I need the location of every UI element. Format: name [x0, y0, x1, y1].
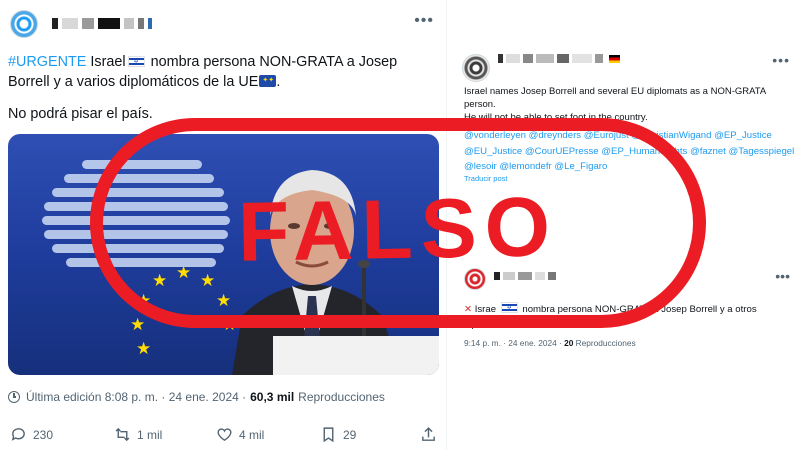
views-count: 20	[564, 338, 574, 348]
post-meta: Última edición 8:08 p. m. · 24 ene. 2024…	[8, 390, 385, 404]
share-icon	[422, 427, 435, 441]
bookmark-button[interactable]: 29	[320, 426, 356, 443]
lectern	[273, 336, 439, 375]
quoted-post-meta: 9:14 p. m. · 24 ene. 2024 · 20 Reproducc…	[464, 338, 636, 348]
germany-flag-icon	[609, 54, 620, 63]
views-label: Reproducciones	[298, 390, 385, 404]
blurred-username	[498, 54, 620, 63]
reply-button[interactable]: 230	[10, 426, 53, 443]
post-text: Israel names Josep Borrell and several E…	[464, 86, 766, 110]
post-text-segment: Israel	[86, 54, 126, 70]
repost-button[interactable]: 1 mil	[114, 426, 162, 443]
clock-icon	[8, 391, 20, 403]
more-horizontal-icon[interactable]: •••	[414, 12, 434, 30]
timestamp-label[interactable]: Última edición 8:08 p. m. · 24 ene. 2024…	[26, 390, 246, 404]
heart-icon	[217, 428, 232, 442]
bookmark-icon	[323, 427, 334, 443]
eu-flag-icon: ✦✦	[259, 75, 277, 87]
post-text: #URGENTE Israel ✡ nombra persona NON-GRAT…	[8, 52, 438, 92]
more-horizontal-icon[interactable]: •••	[772, 52, 790, 68]
hashtag-link[interactable]: #URGENTE	[8, 54, 86, 70]
reply-count: 230	[33, 427, 54, 442]
views-count: 60,3 mil	[250, 390, 295, 404]
views-label: Reproducciones	[573, 338, 636, 348]
share-button[interactable]	[420, 426, 437, 443]
blurred-username	[52, 18, 152, 29]
falso-stamp-oval	[90, 118, 706, 328]
israel-flag-icon: ✡	[127, 56, 145, 67]
post-text-segment: .	[276, 74, 281, 90]
avatar[interactable]	[10, 10, 38, 38]
action-bar: 230 1 mil 4 mil 29	[8, 426, 438, 446]
more-horizontal-icon[interactable]: •••	[775, 268, 790, 284]
post-text-line2: No podrá pisar el país.	[8, 106, 153, 122]
repost-icon	[115, 427, 130, 442]
timestamp-label[interactable]: 9:14 p. m. · 24 ene. 2024 ·	[464, 338, 564, 348]
like-count: 4 mil	[239, 427, 265, 442]
reply-icon	[11, 428, 25, 441]
avatar[interactable]	[462, 54, 490, 82]
post-header: •••	[8, 8, 438, 40]
like-button[interactable]: 4 mil	[216, 426, 264, 443]
repost-count: 1 mil	[137, 427, 163, 442]
bookmark-count: 29	[343, 427, 357, 442]
